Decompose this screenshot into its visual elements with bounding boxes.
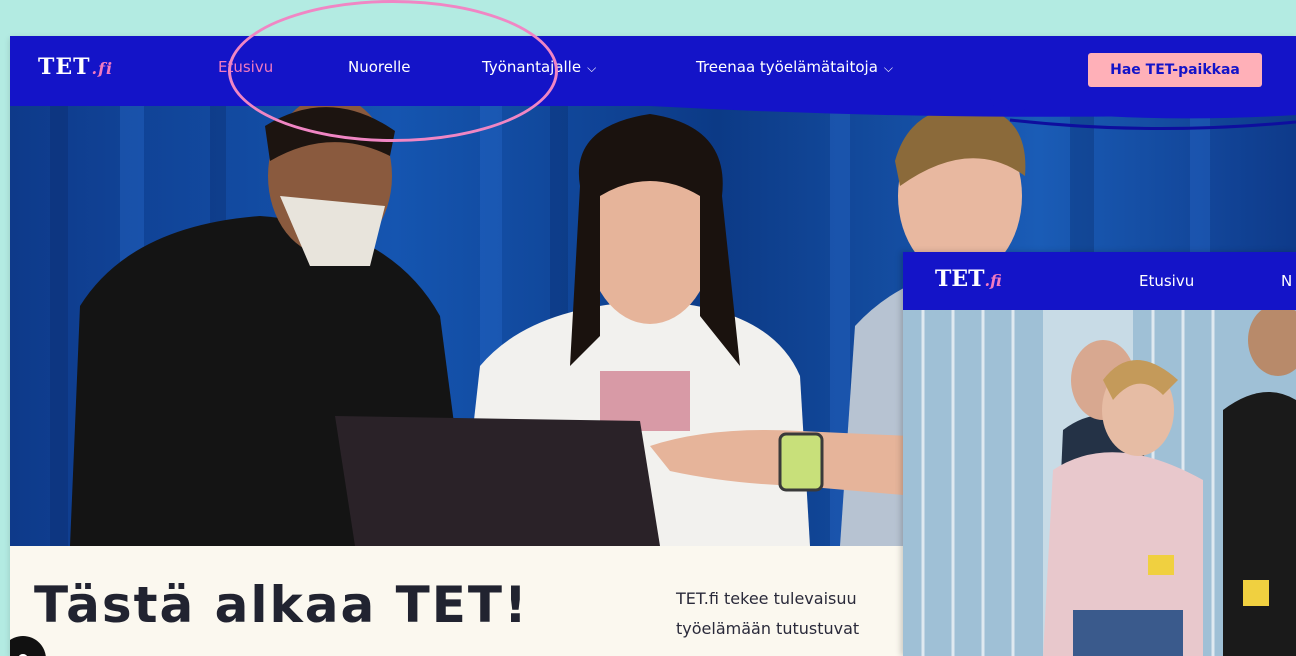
highlight-annotation: [228, 0, 558, 142]
apply-tet-button[interactable]: Hae TET-paikkaa: [1088, 53, 1262, 87]
secondary-navigation: TET.fi Etusivu N: [903, 252, 1296, 310]
intro-text: TET.fi tekee tulevaisuu työelämään tutus…: [676, 584, 859, 644]
intro-line: työelämään tutustuvat: [676, 619, 860, 638]
nav-wave-decoration: [10, 92, 1296, 131]
secondary-site-screenshot: TET.fi Etusivu N: [903, 252, 1296, 656]
logo-text: TET: [935, 266, 985, 292]
intro-line: TET.fi tekee tulevaisuu: [676, 589, 857, 608]
tet-logo[interactable]: TET.fi: [38, 54, 113, 80]
secondary-photo: [903, 310, 1296, 656]
page-title: Tästä alkaa TET!: [34, 576, 529, 634]
nav-item-treenaa[interactable]: Treenaa työelämätaitoja ⌵: [696, 58, 893, 76]
chat-icon[interactable]: ●: [10, 636, 46, 656]
logo-suffix: .fi: [984, 271, 1002, 290]
nav-item-label: Treenaa työelämätaitoja: [696, 58, 878, 76]
chevron-down-icon: ⌵: [587, 61, 597, 75]
tet-logo[interactable]: TET.fi: [935, 266, 1002, 292]
logo-text: TET: [38, 54, 91, 80]
nav-item-nuorelle[interactable]: N: [1281, 272, 1292, 290]
chevron-down-icon: ⌵: [883, 61, 894, 75]
logo-suffix: .fi: [91, 59, 114, 78]
nav-item-etusivu[interactable]: Etusivu: [1139, 272, 1194, 290]
